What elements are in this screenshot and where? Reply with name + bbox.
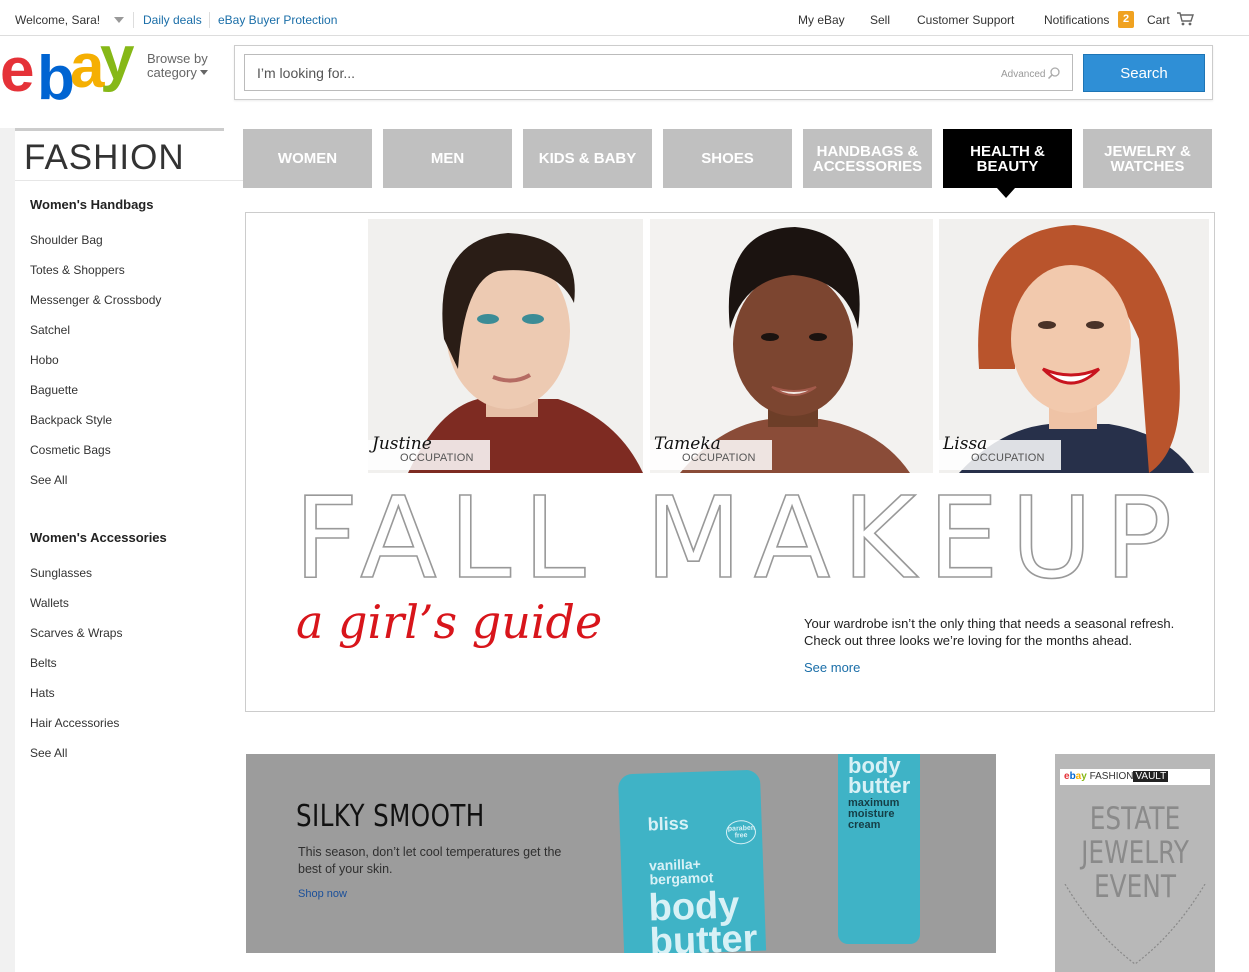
model-caption: Lissa OCCUPATION <box>939 434 1061 470</box>
category-item[interactable]: Hats <box>30 686 55 700</box>
divider <box>209 12 210 28</box>
tab-kids-baby[interactable]: KIDS & BABY <box>523 129 652 188</box>
model-portrait-justine[interactable]: Justine OCCUPATION <box>368 219 643 473</box>
fashion-title: FASHION <box>24 138 185 177</box>
promo-title: SILKY SMOOTH <box>296 799 485 834</box>
side-ad-fashion-vault[interactable]: ebay FASHION VAULT ESTATE JEWELRY EVENT <box>1055 754 1215 972</box>
category-item[interactable]: Backpack Style <box>30 413 112 427</box>
model-portrait-lissa[interactable]: Lissa OCCUPATION <box>939 219 1209 473</box>
product-tube-bliss: bliss paraben free vanilla+ bergamot bod… <box>617 769 767 953</box>
notifications-count-badge[interactable]: 2 <box>1118 11 1134 28</box>
promo-banner-silky-smooth[interactable]: SILKY SMOOTH This season, don’t let cool… <box>246 754 996 953</box>
tab-handbags-accessories[interactable]: HANDBAGS & ACCESSORIES <box>803 129 932 188</box>
model-caption: Tameka OCCUPATION <box>650 434 772 470</box>
welcome-text[interactable]: Welcome, Sara! <box>15 13 100 27</box>
divider <box>15 180 247 181</box>
cart-link[interactable]: Cart <box>1147 13 1170 27</box>
logo-letter-b: b <box>37 44 75 113</box>
model-occupation: OCCUPATION <box>971 452 1045 464</box>
ebay-logo[interactable]: e b a y <box>0 28 140 110</box>
category-heading-accessories[interactable]: Women's Accessories <box>30 530 167 545</box>
category-item[interactable]: Scarves & Wraps <box>30 626 122 640</box>
category-item[interactable]: Wallets <box>30 596 69 610</box>
category-item[interactable]: Hobo <box>30 353 59 367</box>
model-caption: Justine OCCUPATION <box>368 434 490 470</box>
category-item[interactable]: Hair Accessories <box>30 716 119 730</box>
tab-shoes[interactable]: SHOES <box>663 129 792 188</box>
category-item[interactable]: Sunglasses <box>30 566 92 580</box>
notifications-link[interactable]: Notifications <box>1044 13 1109 27</box>
product-description: maximum moisture cream <box>848 797 900 831</box>
product-name: body butter <box>647 884 759 953</box>
category-item[interactable]: Messenger & Crossbody <box>30 293 161 307</box>
category-item[interactable]: Cosmetic Bags <box>30 443 111 457</box>
tab-health-beauty[interactable]: HEALTH & BEAUTY <box>943 129 1072 188</box>
model-name: Tameka <box>654 434 721 454</box>
ebay-mini-logo-letter: y <box>1081 771 1087 782</box>
product-brand: bliss <box>647 813 690 835</box>
search-bar: Advanced Search <box>234 45 1213 100</box>
tab-jewelry-watches[interactable]: JEWELRY & WATCHES <box>1083 129 1212 188</box>
customer-support-link[interactable]: Customer Support <box>917 13 1014 27</box>
category-heading-handbags[interactable]: Women's Handbags <box>30 197 153 212</box>
product-flavor: vanilla+ bergamot <box>648 855 714 888</box>
daily-deals-link[interactable]: Daily deals <box>143 13 202 27</box>
hero-script-subtitle: a girl’s guide <box>296 595 603 649</box>
shop-now-link[interactable]: Shop now <box>298 888 347 900</box>
buyer-protection-link[interactable]: eBay Buyer Protection <box>218 13 337 27</box>
see-all-link[interactable]: See All <box>30 746 67 760</box>
vault-word: VAULT <box>1133 771 1169 782</box>
see-more-link[interactable]: See more <box>804 660 860 675</box>
left-sidebar: FASHION Women's Handbags Shoulder Bag To… <box>0 128 247 972</box>
hero-title: FALL MAKEUP <box>293 474 1185 604</box>
browse-by-category[interactable]: Browse by category <box>147 52 208 80</box>
search-input[interactable] <box>244 54 1073 91</box>
product-tube-body-butter: body butter maximum moisture cream <box>838 754 920 944</box>
tab-women[interactable]: WOMEN <box>243 129 372 188</box>
cart-icon[interactable] <box>1176 11 1194 27</box>
necklace-icon <box>1064 884 1206 965</box>
chevron-down-icon <box>199 70 208 75</box>
fashion-word: FASHION <box>1089 771 1134 782</box>
search-button[interactable]: Search <box>1083 54 1205 92</box>
category-panel: FASHION Women's Handbags Shoulder Bag To… <box>15 128 247 972</box>
search-icon[interactable] <box>1047 66 1061 80</box>
category-item[interactable]: Belts <box>30 656 57 670</box>
chevron-down-icon[interactable] <box>114 17 124 23</box>
sell-link[interactable]: Sell <box>870 13 890 27</box>
browse-line-2: category <box>147 65 197 80</box>
my-ebay-link[interactable]: My eBay <box>798 13 845 27</box>
logo-letter-y: y <box>100 24 135 93</box>
category-item[interactable]: Shoulder Bag <box>30 233 103 247</box>
model-portrait-tameka[interactable]: Tameka OCCUPATION <box>650 219 933 473</box>
model-name: Justine <box>372 434 432 454</box>
see-all-link[interactable]: See All <box>30 473 67 487</box>
paraben-free-badge: paraben free <box>725 819 757 845</box>
category-item[interactable]: Satchel <box>30 323 70 337</box>
fashion-vault-logo: ebay FASHION VAULT <box>1060 769 1210 785</box>
advanced-search-link[interactable]: Advanced <box>1001 69 1045 80</box>
model-occupation: OCCUPATION <box>400 452 474 464</box>
hero-description: Your wardrobe isn’t the only thing that … <box>804 616 1175 648</box>
logo-letter-a: a <box>70 32 105 101</box>
active-tab-indicator <box>997 188 1015 198</box>
category-item[interactable]: Totes & Shoppers <box>30 263 125 277</box>
category-item[interactable]: Baguette <box>30 383 78 397</box>
divider <box>133 12 134 28</box>
promo-text: This season, don’t let cool temperatures… <box>298 845 562 876</box>
logo-letter-e: e <box>0 36 35 105</box>
model-occupation: OCCUPATION <box>682 452 756 464</box>
browse-line-1: Browse by <box>147 51 208 66</box>
model-name: Lissa <box>943 434 988 454</box>
tab-men[interactable]: MEN <box>383 129 512 188</box>
top-utility-bar: Welcome, Sara! Daily deals eBay Buyer Pr… <box>0 0 1249 36</box>
hero-feature: Justine OCCUPATION Tameka OCCUPATION Lis… <box>245 212 1215 712</box>
product-name: body butter <box>848 754 911 798</box>
